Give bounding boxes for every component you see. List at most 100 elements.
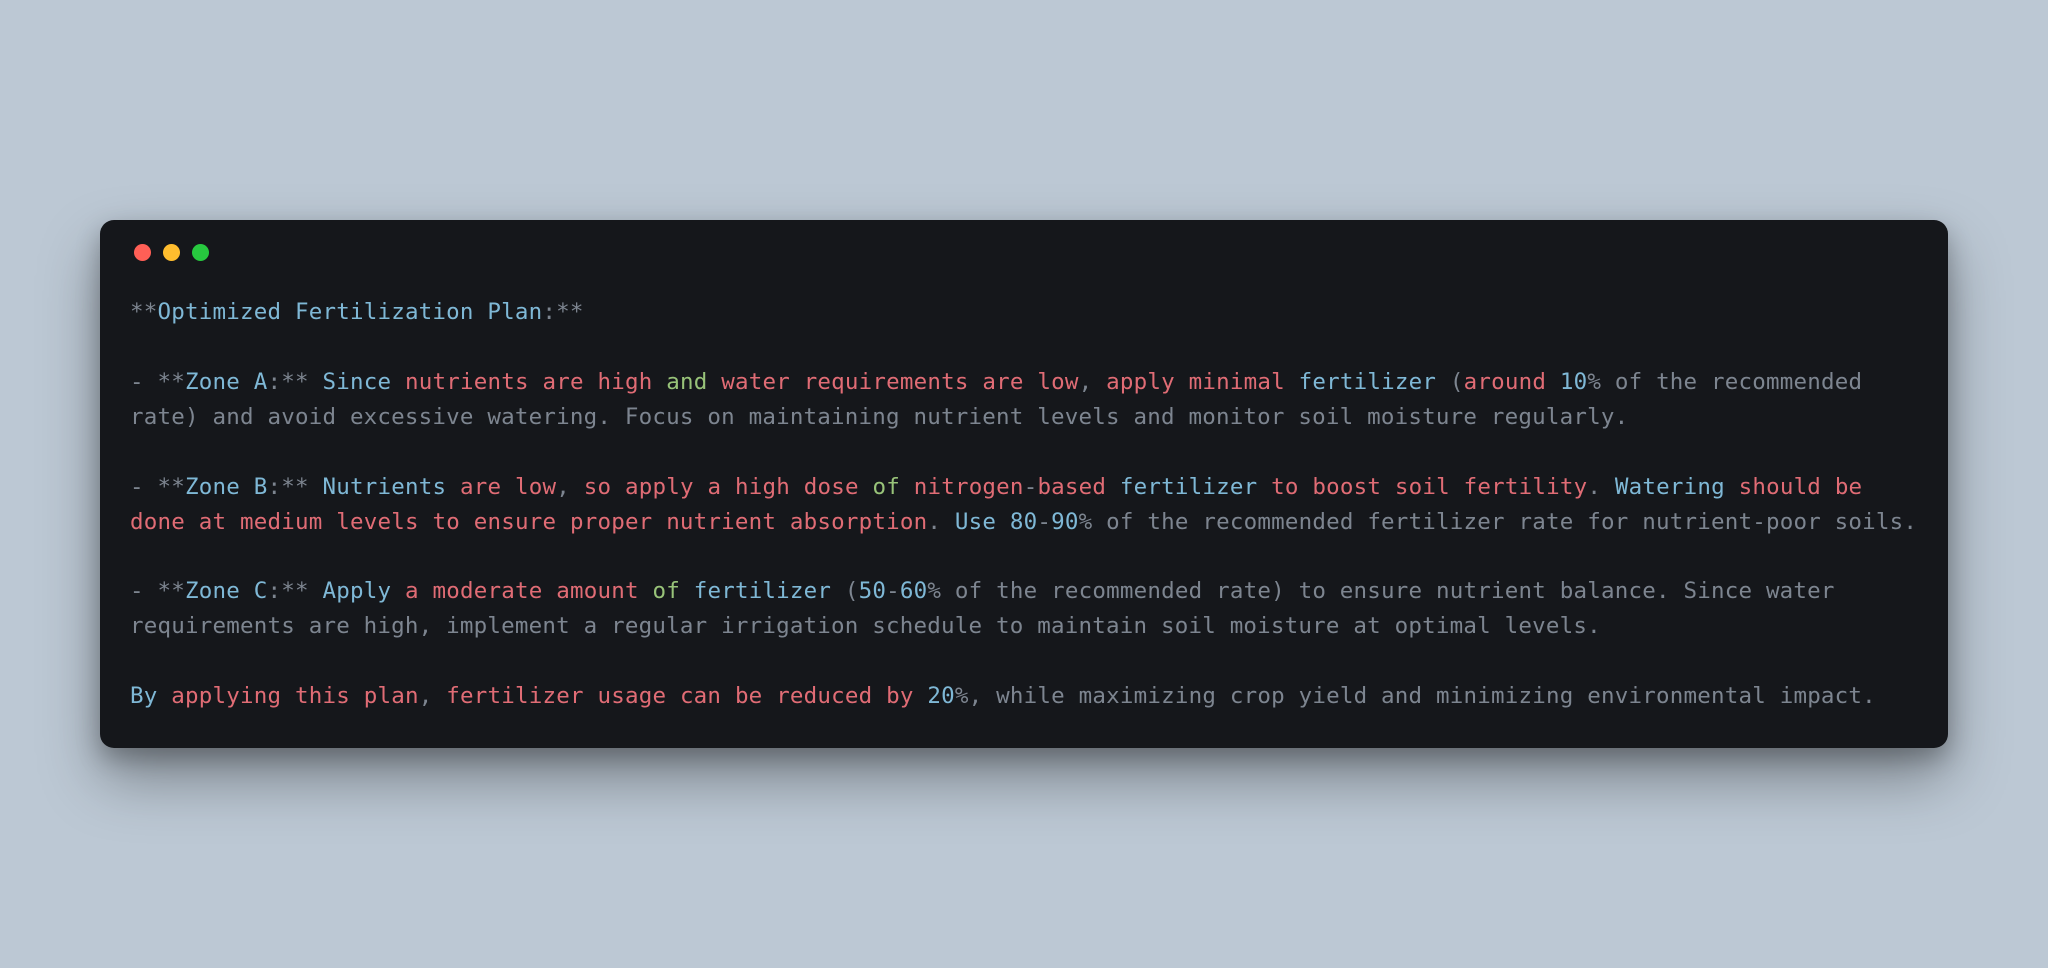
word: a [707, 474, 721, 500]
punct: , [969, 683, 983, 709]
punct: . [1587, 474, 1601, 500]
word: apply [1106, 369, 1175, 395]
word: amount [556, 578, 638, 604]
md-bold-marker: ** [158, 578, 186, 604]
percent: % [955, 683, 969, 709]
word: are [542, 369, 583, 395]
word: By [130, 683, 158, 709]
title-word: Fertilization [295, 299, 474, 325]
window-traffic-lights [134, 244, 1918, 261]
punct: . [927, 509, 941, 535]
number: 50 [859, 578, 887, 604]
word: of [652, 578, 680, 604]
zone-label: Zone [185, 578, 240, 604]
word: ensure [474, 509, 556, 535]
word: soil [1395, 474, 1450, 500]
number: 90 [1051, 509, 1079, 535]
number: 60 [900, 578, 928, 604]
zone-id: C [254, 578, 268, 604]
word: Nutrients [323, 474, 447, 500]
word: Watering [1615, 474, 1725, 500]
word: by [886, 683, 914, 709]
word: fertilizer [1120, 474, 1257, 500]
word: high [735, 474, 790, 500]
number: 80 [1010, 509, 1038, 535]
punct: ( [845, 578, 859, 604]
list-dash: - [130, 369, 158, 395]
word: done [130, 509, 185, 535]
word: and [666, 369, 707, 395]
word: this [295, 683, 350, 709]
list-dash: - [130, 578, 158, 604]
word: low [1037, 369, 1078, 395]
zoom-icon[interactable] [192, 244, 209, 261]
word: can [680, 683, 721, 709]
code-content: **Optimized Fertilization Plan:** - **Zo… [130, 295, 1918, 714]
list-dash: - [130, 474, 158, 500]
word: fertility [1464, 474, 1588, 500]
close-icon[interactable] [134, 244, 151, 261]
md-bold-marker: :** [268, 369, 309, 395]
word: fertilizer [694, 578, 831, 604]
number: 20 [927, 683, 955, 709]
word: apply [625, 474, 694, 500]
word: to [432, 509, 460, 535]
word: water [721, 369, 790, 395]
word: levels [336, 509, 418, 535]
punct: , [419, 683, 433, 709]
word: nutrient [666, 509, 776, 535]
zone-id: B [254, 474, 268, 500]
word: Apply [323, 578, 392, 604]
word: dose [804, 474, 859, 500]
word: of [872, 474, 900, 500]
minimize-icon[interactable] [163, 244, 180, 261]
zone-label: Zone [185, 369, 240, 395]
md-bold-marker: ** [158, 369, 186, 395]
word: are [460, 474, 501, 500]
number: 10 [1560, 369, 1588, 395]
text: of the recommended fertilizer rate for n… [1092, 509, 1917, 535]
word: nitrogen [914, 474, 1024, 500]
word: to [1271, 474, 1299, 500]
zone-id: A [254, 369, 268, 395]
terminal-window: **Optimized Fertilization Plan:** - **Zo… [100, 220, 1948, 748]
word: fertilizer [1299, 369, 1436, 395]
percent: % [1079, 509, 1093, 535]
word: so [584, 474, 612, 500]
word: minimal [1189, 369, 1285, 395]
punct: - [1037, 509, 1051, 535]
word: around [1464, 369, 1546, 395]
zone-label: Zone [185, 474, 240, 500]
word: requirements [804, 369, 969, 395]
word: medium [240, 509, 322, 535]
word: nutrients [405, 369, 529, 395]
md-bold-marker: ** [158, 474, 186, 500]
md-bold-marker: :** [542, 299, 583, 325]
punct: - [886, 578, 900, 604]
md-bold-marker: :** [268, 578, 309, 604]
punct: , [556, 474, 570, 500]
punct: - [1024, 474, 1038, 500]
punct: , [1079, 369, 1093, 395]
word: absorption [790, 509, 927, 535]
word: boost [1312, 474, 1381, 500]
word: high [597, 369, 652, 395]
word: a [405, 578, 419, 604]
text: while maximizing crop yield and minimizi… [982, 683, 1876, 709]
percent: % [927, 578, 941, 604]
word: Use [955, 509, 996, 535]
word: moderate [432, 578, 542, 604]
word: applying [171, 683, 281, 709]
word: reduced [776, 683, 872, 709]
word: are [982, 369, 1023, 395]
word: be [1835, 474, 1863, 500]
word: at [199, 509, 227, 535]
percent: % [1587, 369, 1601, 395]
word: plan [364, 683, 419, 709]
word: based [1037, 474, 1106, 500]
title-word: Optimized [158, 299, 282, 325]
punct: ( [1450, 369, 1464, 395]
word: Since [323, 369, 392, 395]
word: proper [570, 509, 652, 535]
md-bold-marker: ** [130, 299, 158, 325]
